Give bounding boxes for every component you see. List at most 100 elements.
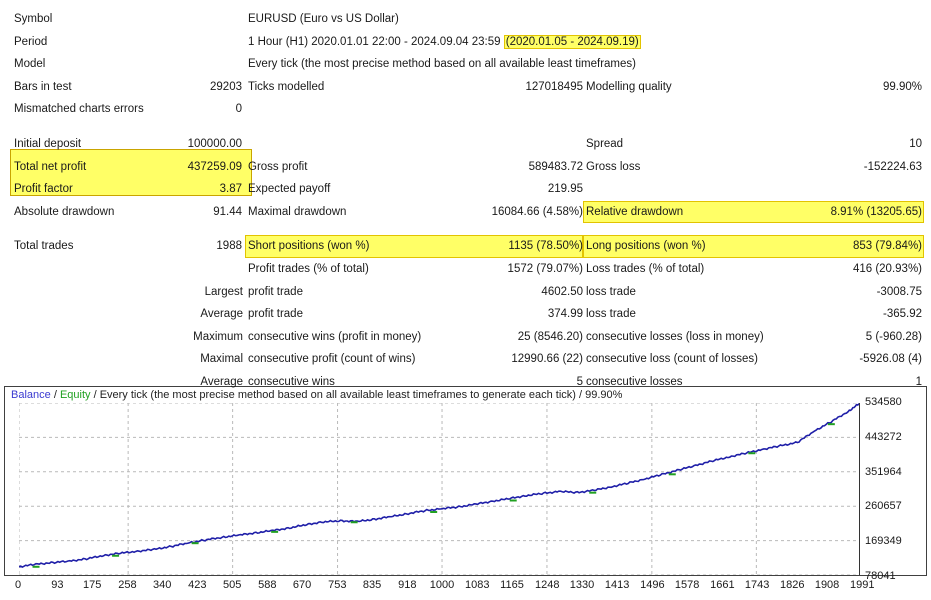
report-row-label-3: loss trade xyxy=(586,285,636,298)
report-row-value-3: 10 xyxy=(909,138,922,150)
report-row-label-1: Symbol xyxy=(14,13,53,25)
report-row-value-1: 0 xyxy=(235,103,242,116)
highlighted-date-range: (2020.01.05 - 2024.09.19) xyxy=(503,34,641,49)
x-axis-tick-label: 588 xyxy=(258,579,277,591)
report-row: Maximal consecutive profit (count of wins… xyxy=(0,348,931,371)
report-row-label-3: Long positions (won %) xyxy=(586,240,706,253)
report-row-label-3: Relative drawdown xyxy=(586,205,684,218)
x-axis-tick-label: 1743 xyxy=(744,579,770,591)
strategy-tester-report: Symbol EURUSD (Euro vs US Dollar) Period 1 … xyxy=(0,0,931,600)
x-axis-tick-label: 670 xyxy=(292,579,312,591)
y-axis-tick-label: 260657 xyxy=(865,500,902,513)
x-axis-tick-label: 1083 xyxy=(464,579,490,591)
x-axis-tick-label: 1330 xyxy=(569,579,595,591)
chart-y-axis: 534580 443272 351964 260657 169349 78041 xyxy=(860,397,926,582)
legend-description: Every tick (the most precise method base… xyxy=(99,389,623,401)
report-row-label-2: profit trade xyxy=(248,308,303,321)
report-row-label-1: Total trades xyxy=(14,240,74,253)
equity-balance-chart: Balance / Equity / Every tick (the most … xyxy=(4,386,927,582)
report-row-value-3: 5 (-960.28) xyxy=(865,330,922,343)
report-row: Largest profit trade 4602.50 loss trade -300… xyxy=(0,281,931,304)
report-row-value-2: 219.95 xyxy=(547,183,583,196)
report-row-label-2: Profit trades (% of total) xyxy=(248,263,369,275)
report-row-value-2: 1135 (78.50%) xyxy=(508,240,583,253)
x-axis-tick-label: 1991 xyxy=(850,579,875,591)
report-row-value-2: 374.99 xyxy=(547,308,583,321)
x-axis-tick-label: 1908 xyxy=(814,579,840,591)
x-axis-tick-label: 175 xyxy=(83,579,102,591)
report-row: Average profit trade 374.99 loss trade -365.… xyxy=(0,303,931,326)
report-row-value-1: 3.87 xyxy=(219,183,242,196)
report-row-value-2: 16084.66 (4.58%) xyxy=(491,205,583,218)
x-axis-tick-label: 93 xyxy=(51,579,64,591)
report-row-sublabel: Average xyxy=(200,308,243,321)
report-row-value-1: 91.44 xyxy=(213,205,242,218)
report-row-value-1: 29203 xyxy=(210,80,242,93)
x-axis-tick-label: 753 xyxy=(328,579,347,591)
report-row-label-2: profit trade xyxy=(248,285,303,298)
report-row-value-1: 100000.00 xyxy=(187,138,242,150)
report-row: Total trades 1988 Short positions (won %) 1… xyxy=(0,235,931,258)
report-row-wide-value: 1 Hour (H1) 2020.01.01 22:00 - 2024.09.0… xyxy=(248,34,641,49)
report-row-label-2: Expected payoff xyxy=(248,183,331,196)
x-axis-tick-label: 1165 xyxy=(500,579,524,591)
legend-balance-label: Balance xyxy=(11,389,51,401)
report-row-value-3: 1 xyxy=(915,376,922,388)
report-row-value-3: -152224.63 xyxy=(863,160,922,173)
report-row: Period 1 Hour (H1) 2020.01.01 22:00 - 202… xyxy=(0,31,931,54)
report-row-label-2: Short positions (won %) xyxy=(248,240,370,253)
x-axis-tick-label: 423 xyxy=(188,579,207,591)
report-row: Initial deposit 100000.00 Spread 10 xyxy=(0,133,931,156)
x-axis-tick-label: 918 xyxy=(398,579,417,591)
report-row-value-2: 4602.50 xyxy=(541,285,583,298)
report-row-value-1: 1988 xyxy=(216,240,242,253)
report-row-value-2: 12990.66 (22) xyxy=(511,353,583,366)
report-row-wide-value: EURUSD (Euro vs US Dollar) xyxy=(248,13,399,25)
report-row-value-3: -5926.08 (4) xyxy=(859,353,922,366)
report-row-label-2: Ticks modelled xyxy=(248,80,325,93)
report-row-label-3: Loss trades (% of total) xyxy=(586,263,705,275)
x-axis-tick-label: 835 xyxy=(362,579,382,591)
x-axis-tick-label: 1661 xyxy=(710,579,735,591)
y-axis-tick-label: 443272 xyxy=(865,430,902,443)
report-row-label-3: Spread xyxy=(586,138,624,150)
report-row: Mismatched charts errors 0 xyxy=(0,98,931,121)
report-row-value-2: 127018495 xyxy=(525,80,583,93)
x-axis-tick-label: 1248 xyxy=(534,579,560,591)
x-axis-tick-label: 1826 xyxy=(780,579,805,591)
x-axis-tick-label: 258 xyxy=(118,579,137,591)
report-row-label-1: Model xyxy=(14,58,46,71)
report-row-label-3: Modelling quality xyxy=(586,80,672,93)
report-row-label-3: loss trade xyxy=(586,308,636,321)
report-row-value-3: -365.92 xyxy=(882,308,922,321)
x-axis-tick-label: 505 xyxy=(222,579,242,591)
legend-separator-2: / xyxy=(90,389,100,401)
report-row-label-1: Total net profit xyxy=(14,160,87,173)
report-row-label-2: Maximal drawdown xyxy=(248,205,347,218)
report-row-label-3: Gross loss xyxy=(586,160,641,173)
report-row-value-2: 25 (8546.20) xyxy=(517,330,583,343)
report-row-wide-value: Every tick (the most precise method base… xyxy=(248,58,636,71)
report-row: Bars in test 29203 Ticks modelled 127018495… xyxy=(0,76,931,99)
report-row-value-3: 8.91% (13205.65) xyxy=(830,205,922,218)
x-axis-tick-label: 1496 xyxy=(640,579,665,591)
report-row-label-1: Period xyxy=(14,35,48,48)
report-row-label-1: Bars in test xyxy=(14,80,72,93)
legend-equity-label: Equity xyxy=(59,389,91,401)
report-row-value-1: 437259.09 xyxy=(187,160,242,173)
legend-separator-1: / xyxy=(50,389,60,401)
chart-x-axis: 0 93 175 258 340 423 505 588 670 753 835 918 1000 108… xyxy=(4,577,927,597)
x-axis-tick-label: 1578 xyxy=(674,579,700,591)
report-row: Profit factor 3.87 Expected payoff 219.95 xyxy=(0,178,931,201)
report-row-label-2: Gross profit xyxy=(248,160,308,173)
report-row: Total net profit 437259.09 Gross profit 589… xyxy=(0,156,931,179)
report-row-value-2: 1572 (79.07%) xyxy=(507,263,583,275)
report-row: Maximum consecutive wins (profit in money… xyxy=(0,326,931,349)
report-row: Profit trades (% of total) 1572 (79.07%) L… xyxy=(0,258,931,281)
x-axis-tick-label: 1000 xyxy=(429,579,455,591)
y-axis-tick-label: 534580 xyxy=(865,396,902,408)
report-row-sublabel: Largest xyxy=(204,285,243,298)
report-row-value-3: 99.90% xyxy=(882,80,922,93)
x-axis-tick-label: 340 xyxy=(152,579,172,591)
y-axis-tick-label: 169349 xyxy=(865,535,902,548)
